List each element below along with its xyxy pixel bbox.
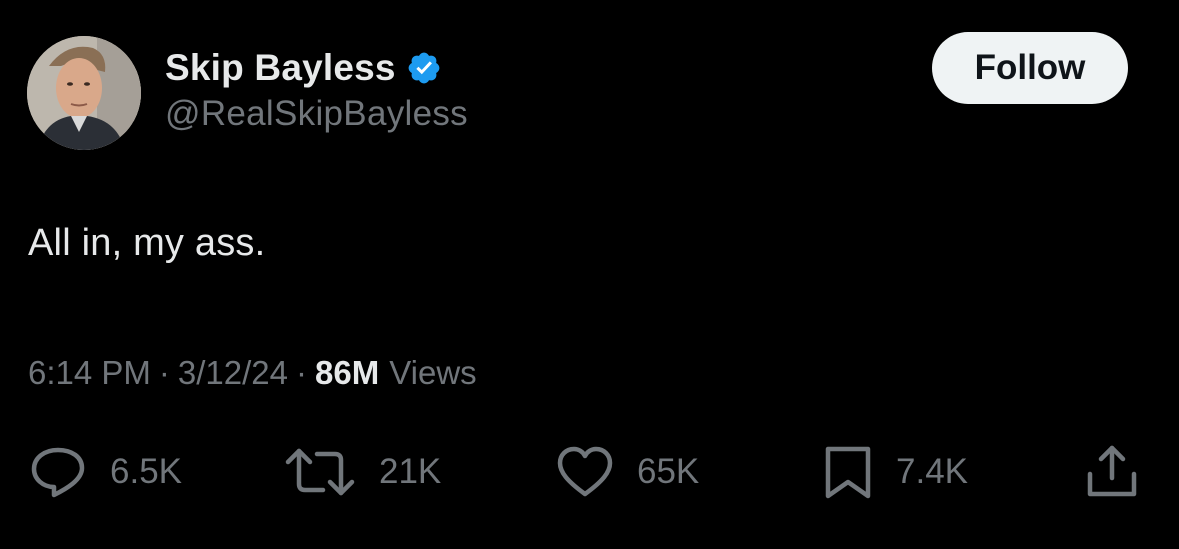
tweet-text: All in, my ass. — [28, 222, 266, 264]
display-name[interactable]: Skip Bayless — [165, 47, 396, 89]
views-count: 86M — [315, 354, 380, 391]
heart-icon — [555, 444, 615, 500]
avatar[interactable] — [27, 36, 141, 150]
reply-count: 6.5K — [110, 452, 182, 491]
tweet-meta: 6:14 PM · 3/12/24 · 86M Views — [28, 354, 477, 392]
like-button[interactable]: 65K — [555, 444, 699, 500]
reply-icon — [28, 444, 88, 500]
share-icon — [1082, 444, 1142, 500]
tweet-time[interactable]: 6:14 PM — [28, 354, 151, 392]
bookmark-icon — [822, 444, 874, 500]
meta-separator: · — [158, 354, 170, 391]
avatar-image — [27, 36, 141, 150]
follow-button[interactable]: Follow — [932, 32, 1128, 104]
meta-separator: · — [296, 354, 308, 391]
verified-badge-icon — [406, 50, 442, 86]
share-button[interactable] — [1082, 444, 1142, 500]
views-label: Views — [389, 354, 477, 391]
repost-icon — [285, 444, 355, 500]
repost-button[interactable]: 21K — [285, 444, 441, 500]
bookmark-button[interactable]: 7.4K — [822, 444, 968, 500]
author-handle[interactable]: @RealSkipBayless — [165, 94, 468, 134]
reply-button[interactable]: 6.5K — [28, 444, 182, 500]
like-count: 65K — [637, 452, 700, 491]
repost-count: 21K — [379, 452, 442, 491]
bookmark-count: 7.4K — [896, 452, 968, 491]
tweet-date[interactable]: 3/12/24 — [178, 354, 288, 392]
author-name-row: Skip Bayless — [165, 44, 442, 92]
